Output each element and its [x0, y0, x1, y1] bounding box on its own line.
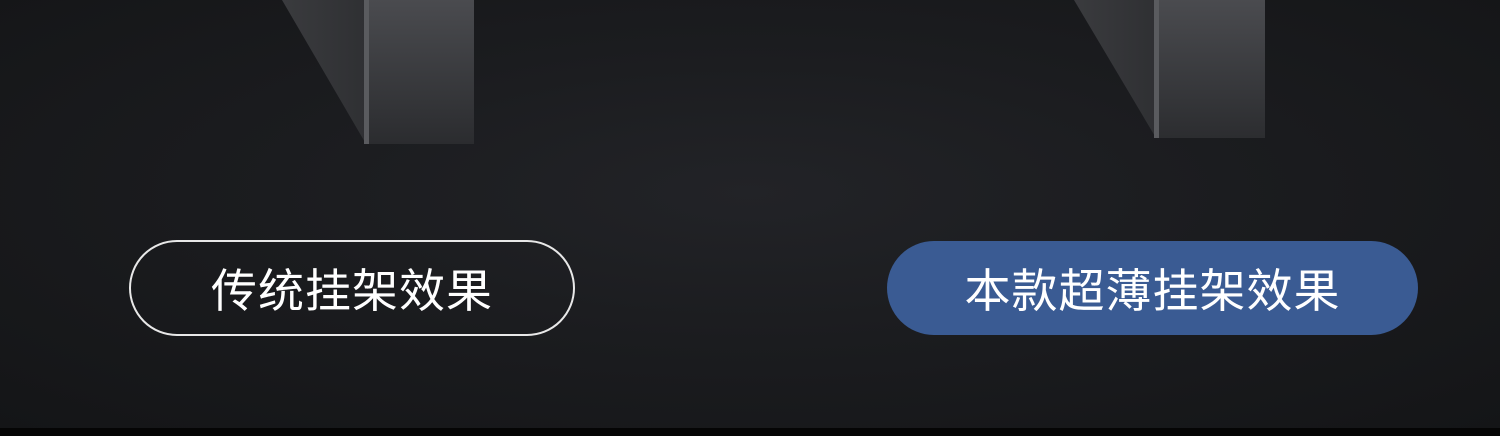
ultrathin-bracket-illustration	[1074, 0, 1265, 138]
bottom-edge	[0, 428, 1500, 436]
comparison-panel: 传统挂架效果 本款超薄挂架效果	[0, 0, 1500, 428]
traditional-bracket-label-text: 传统挂架效果	[211, 264, 493, 318]
ultrathin-bracket-label: 本款超薄挂架效果	[887, 241, 1418, 335]
traditional-bracket-label: 传统挂架效果	[129, 240, 575, 336]
ultrathin-bracket-label-text: 本款超薄挂架效果	[964, 264, 1341, 318]
traditional-bracket-illustration	[282, 0, 474, 144]
